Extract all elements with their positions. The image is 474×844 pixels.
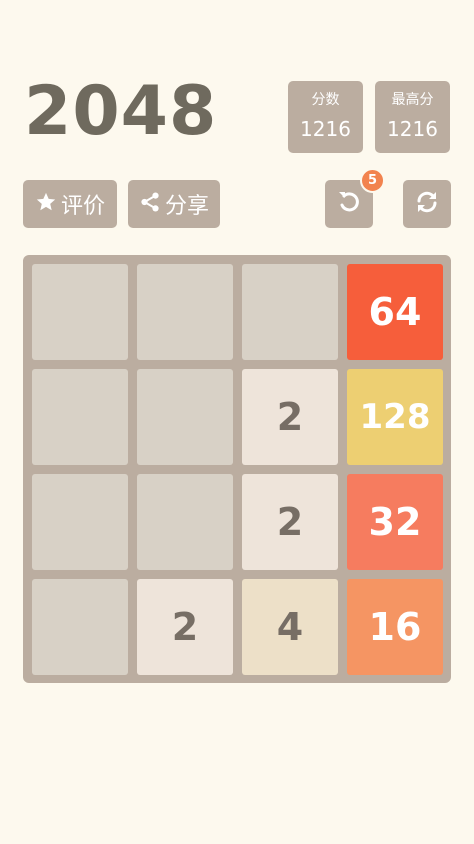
empty-cell (32, 474, 128, 570)
rate-button[interactable]: 评价 (23, 180, 117, 228)
tile-2: 2 (242, 369, 338, 465)
tile-128: 128 (347, 369, 443, 465)
best-score-value: 1216 (387, 117, 438, 141)
best-score-box: 最高分 1216 (375, 81, 450, 153)
best-score-label: 最高分 (391, 92, 434, 108)
rate-label: 评价 (60, 194, 105, 219)
share-label: 分享 (164, 194, 209, 219)
tile-2: 2 (137, 579, 233, 675)
tile-32: 32 (347, 474, 443, 570)
tile-16: 16 (347, 579, 443, 675)
share-icon (139, 191, 161, 217)
empty-cell (32, 264, 128, 360)
tile-2: 2 (242, 474, 338, 570)
score-value: 1216 (300, 117, 351, 141)
tile-64: 64 (347, 264, 443, 360)
game-board[interactable]: 64 2 128 2 32 2 4 16 (23, 255, 451, 683)
empty-cell (242, 264, 338, 360)
empty-cell (137, 264, 233, 360)
undo-icon (335, 188, 363, 220)
game-title: 2048 (24, 72, 218, 151)
star-icon (35, 191, 57, 217)
restart-button[interactable] (403, 180, 451, 228)
empty-cell (32, 579, 128, 675)
empty-cell (32, 369, 128, 465)
score-label: 分数 (311, 92, 340, 108)
score-box: 分数 1216 (288, 81, 363, 153)
tile-4: 4 (242, 579, 338, 675)
refresh-icon (413, 188, 441, 220)
empty-cell (137, 369, 233, 465)
empty-cell (137, 474, 233, 570)
undo-count-badge: 5 (360, 168, 385, 193)
share-button[interactable]: 分享 (128, 180, 220, 228)
